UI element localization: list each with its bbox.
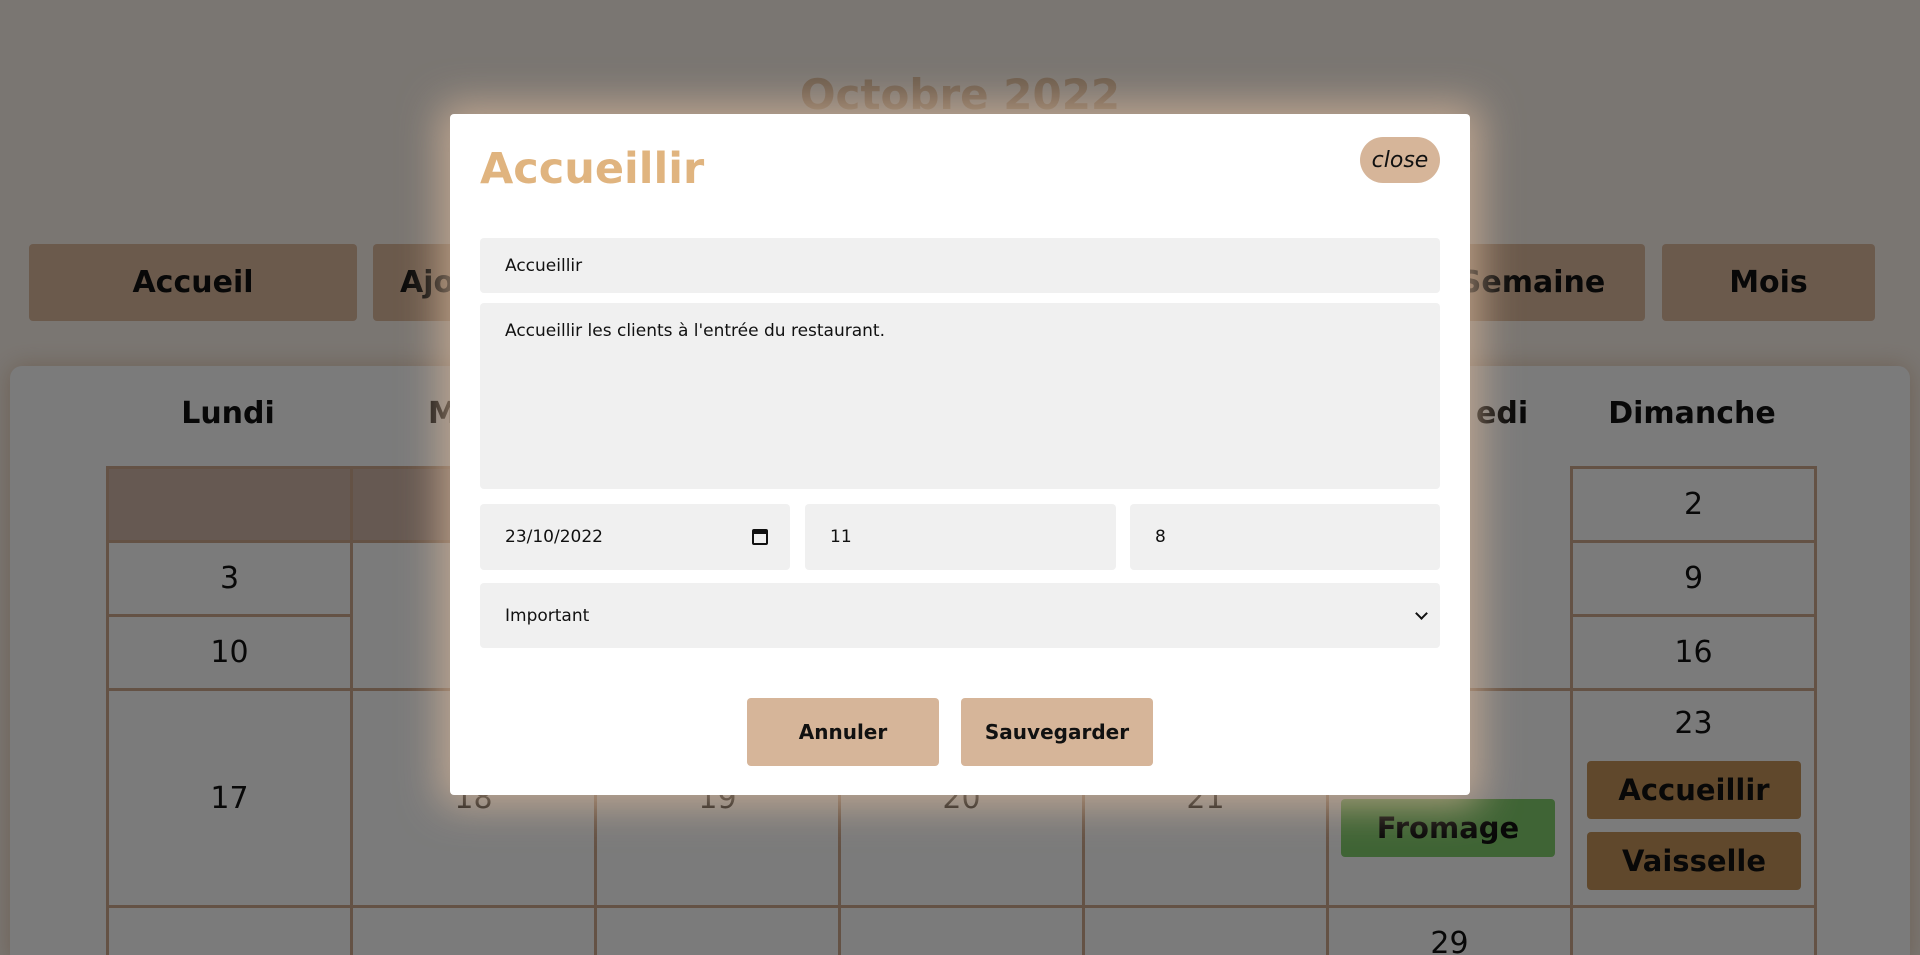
calendar-icon[interactable] bbox=[752, 529, 768, 545]
event-start-input[interactable]: 11 bbox=[805, 504, 1116, 570]
priority-selected-value: Important bbox=[505, 605, 590, 626]
modal-title: Accueillir bbox=[480, 144, 705, 194]
save-button[interactable]: Sauvegarder bbox=[961, 698, 1153, 766]
chevron-down-icon bbox=[1415, 606, 1428, 620]
event-date-value: 23/10/2022 bbox=[505, 527, 603, 547]
priority-select[interactable]: Important bbox=[480, 583, 1440, 648]
close-button[interactable]: close bbox=[1360, 137, 1440, 183]
event-description-textarea[interactable]: Accueillir les clients à l'entrée du res… bbox=[480, 303, 1440, 489]
event-end-input[interactable]: 8 bbox=[1130, 504, 1440, 570]
cancel-button[interactable]: Annuler bbox=[747, 698, 939, 766]
edit-event-modal: Accueillir close Accueillir Accueillir l… bbox=[450, 114, 1470, 795]
event-title-input[interactable]: Accueillir bbox=[480, 238, 1440, 293]
event-date-input[interactable]: 23/10/2022 bbox=[480, 504, 790, 570]
